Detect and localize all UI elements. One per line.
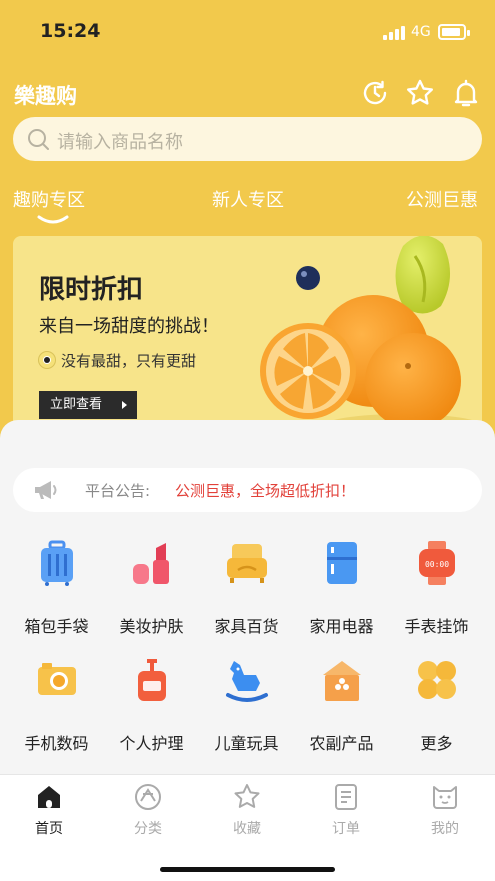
tabbar-label: 分类 <box>134 821 162 837</box>
category-digital[interactable]: 手机数码 <box>9 657 104 757</box>
category-more[interactable]: 更多 <box>389 657 484 757</box>
category-appliances[interactable]: 家用电器 <box>294 540 389 640</box>
category-label: 个人护理 <box>119 734 184 753</box>
brand-logo: 樂趣购 <box>14 84 77 108</box>
banner-subtitle: 来自一场甜度的挑战！ <box>39 316 219 337</box>
battery-icon <box>438 24 470 40</box>
lotion-icon <box>138 659 166 701</box>
tab-newcomer[interactable]: 新人专区 <box>212 186 284 212</box>
tabbar-category[interactable]: 分类 <box>118 783 178 839</box>
play-arrow-icon <box>122 401 127 409</box>
tabbar-label: 首页 <box>35 821 63 837</box>
notice-label: 平台公告: <box>85 482 151 500</box>
watch-icon: 00:00 <box>419 541 455 585</box>
status-time: 15:24 <box>40 20 101 42</box>
category-label: 美妆护肤 <box>119 617 184 636</box>
orange-fruit-illustration <box>260 236 482 438</box>
tab-public-test[interactable]: 公测巨惠 <box>406 186 478 212</box>
profile-icon <box>433 786 457 809</box>
category-label: 家具百货 <box>214 617 279 636</box>
category-personal-care[interactable]: 个人护理 <box>104 657 199 757</box>
category-furniture[interactable]: 家具百货 <box>199 540 294 640</box>
category-label: 更多 <box>420 734 453 753</box>
category-cosmetics[interactable]: 美妆护肤 <box>104 540 199 640</box>
tabbar-favorites[interactable]: 收藏 <box>217 783 277 839</box>
home-indicator <box>160 867 335 872</box>
network-type: 4G <box>411 24 431 40</box>
search-bar[interactable]: 请输入商品名称 <box>13 117 482 161</box>
rocking-horse-icon <box>226 661 268 702</box>
category-agricultural[interactable]: 农副产品 <box>294 657 389 757</box>
category-label: 箱包手袋 <box>24 617 89 636</box>
category-label: 手表挂饰 <box>404 617 469 636</box>
search-icon <box>28 129 49 150</box>
notice-message: 公测巨惠，全场超低折扣！ <box>175 482 356 500</box>
bottom-tab-bar: 首页 分类 收藏 订单 我的 <box>0 774 495 881</box>
lipstick-icon <box>133 543 169 584</box>
granary-icon <box>323 661 361 701</box>
tabbar-home[interactable]: 首页 <box>19 783 79 839</box>
category-luggage[interactable]: 箱包手袋 <box>9 540 104 640</box>
camera-icon <box>38 663 76 695</box>
fridge-icon <box>327 542 357 584</box>
active-tab-indicator <box>37 215 69 224</box>
banner-title: 限时折扣 <box>39 275 144 305</box>
category-label: 儿童玩具 <box>214 734 279 753</box>
promo-banner[interactable]: 限时折扣 来自一场甜度的挑战！ 没有最甜，只有更甜 立即查看 <box>13 236 482 448</box>
category-label: 农副产品 <box>309 734 374 753</box>
star-icon[interactable] <box>405 78 435 108</box>
banner-cta-label: 立即查看 <box>50 397 103 412</box>
banner-cta-button[interactable]: 立即查看 <box>39 391 137 419</box>
bullet-icon <box>39 352 55 368</box>
status-bar: 15:24 4G <box>0 0 495 64</box>
category-toys[interactable]: 儿童玩具 <box>199 657 294 757</box>
tab-qugou[interactable]: 趣购专区 <box>13 186 85 212</box>
tabbar-profile[interactable]: 我的 <box>415 783 475 839</box>
more-grid-icon <box>418 661 456 699</box>
category-label: 家用电器 <box>309 617 374 636</box>
bell-icon[interactable] <box>451 78 481 108</box>
luggage-icon <box>41 540 73 586</box>
tabbar-orders[interactable]: 订单 <box>316 783 376 839</box>
megaphone-icon <box>35 481 57 499</box>
tabbar-label: 订单 <box>332 821 360 837</box>
tabbar-label: 收藏 <box>233 821 261 837</box>
notice-bar[interactable]: 平台公告: 公测巨惠，全场超低折扣！ <box>13 468 482 512</box>
svg-text:00:00: 00:00 <box>425 560 449 569</box>
category-icon <box>135 784 161 810</box>
order-icon <box>335 784 357 810</box>
category-watches[interactable]: 00:00 手表挂饰 <box>389 540 484 640</box>
star-icon <box>234 784 260 808</box>
signal-icon <box>383 26 407 40</box>
home-icon <box>38 786 60 808</box>
banner-motto: 没有最甜，只有更甜 <box>61 352 197 370</box>
category-label: 手机数码 <box>24 734 89 753</box>
tabbar-label: 我的 <box>431 821 459 837</box>
search-placeholder: 请输入商品名称 <box>57 132 183 153</box>
history-icon[interactable] <box>360 78 390 108</box>
sofa-icon <box>227 544 267 583</box>
